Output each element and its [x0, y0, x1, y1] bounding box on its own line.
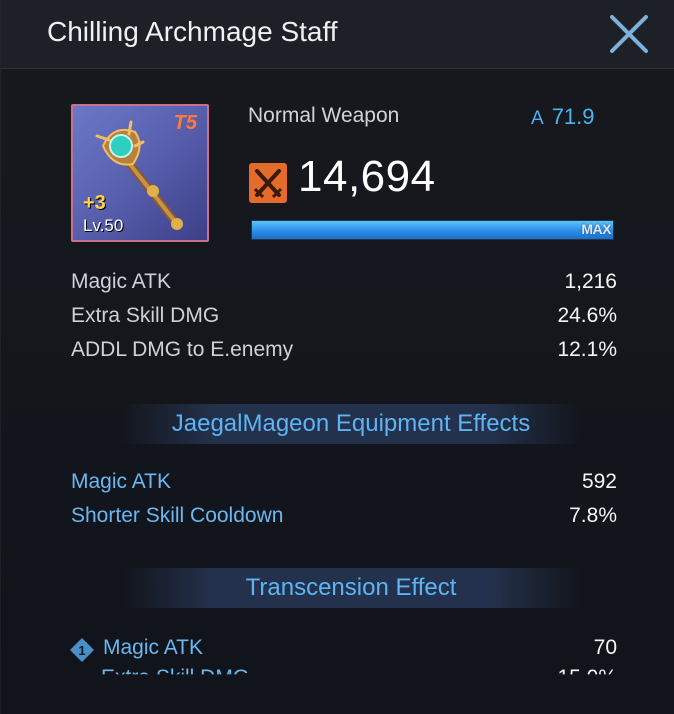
transcension-heading: Transcension Effect — [121, 568, 581, 608]
panel-header: Chilling Archmage Staff — [1, 0, 674, 69]
stat-label: Magic ATK — [71, 270, 171, 293]
transcension-value-partial: 15.0% — [557, 666, 617, 689]
effect-value: 7.8% — [569, 504, 617, 527]
transcension-value: 70 — [593, 636, 617, 659]
stat-row: Magic ATK 1,216 — [71, 270, 617, 298]
grade-score: A 71.9 — [531, 104, 595, 130]
effect-label: Shorter Skill Cooldown — [71, 504, 284, 527]
stat-row: ADDL DMG to E.enemy 12.1% — [71, 338, 617, 366]
progress-fill — [252, 221, 613, 239]
power-icon-box — [249, 163, 287, 203]
upgrade-progress-bar: MAX — [251, 220, 614, 240]
item-title: Chilling Archmage Staff — [47, 16, 338, 47]
weapon-type: Normal Weapon — [248, 104, 400, 127]
transcension-row: Magic ATK 70 — [103, 636, 617, 664]
stat-row: Extra Skill DMG 24.6% — [71, 304, 617, 332]
effect-row: Shorter Skill Cooldown 7.8% — [71, 504, 617, 532]
close-icon — [610, 15, 648, 53]
effect-row: Magic ATK 592 — [71, 470, 617, 498]
grade-letter: A — [531, 108, 544, 129]
stat-value: 12.1% — [557, 338, 617, 361]
transcension-label-partial: Extra Skill DMG — [101, 666, 250, 689]
transcension-tier-diamond-icon: 1 — [70, 638, 94, 662]
combat-power: 14,694 — [298, 152, 436, 201]
transcension-label: Magic ATK — [103, 636, 203, 659]
stat-value: 1,216 — [564, 270, 617, 293]
item-portrait: T5 +3 Lv.50 — [71, 104, 209, 242]
stat-label: Extra Skill DMG — [71, 304, 220, 327]
close-button[interactable] — [607, 12, 651, 56]
progress-label: MAX — [581, 221, 611, 237]
stat-value: 24.6% — [557, 304, 617, 327]
item-level: Lv.50 — [83, 216, 124, 235]
grade-value: 71.9 — [551, 104, 595, 129]
stat-label: ADDL DMG to E.enemy — [71, 338, 294, 361]
effect-label: Magic ATK — [71, 470, 171, 493]
equipment-effects-heading: JaegalMageon Equipment Effects — [121, 404, 581, 444]
crossed-swords-icon — [253, 169, 283, 199]
transcension-badge-number: 1 — [78, 643, 85, 658]
item-detail-panel: Chilling Archmage Staff T5 +3 Lv.50 Norm… — [0, 0, 674, 714]
enhancement-level: +3 — [83, 192, 106, 214]
effect-value: 592 — [581, 470, 617, 493]
tier-badge: T5 — [173, 112, 197, 134]
